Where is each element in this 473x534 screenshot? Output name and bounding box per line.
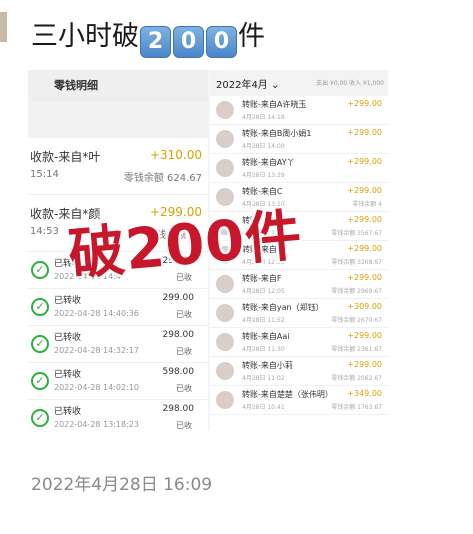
bill-list-header: 2022年4月 ⌄ 支出 ¥0.00 收入 ¥1,000 — [210, 70, 388, 96]
item-date: 4月28日 11:52 — [242, 317, 285, 324]
keycap-digit-0: 0 — [206, 26, 237, 58]
item-balance: 零钱余额 2062.67 — [331, 375, 382, 382]
post-title: 三小时破 2 0 0 件 — [31, 14, 265, 58]
avatar — [216, 304, 234, 322]
item-balance: 零钱余额 3567.67 — [331, 230, 382, 237]
item-name: 转账-来自楚楚（张伟明） — [242, 390, 333, 399]
keycap-digit-0: 0 — [173, 26, 204, 58]
item-date: 4月28日 14:00 — [242, 143, 285, 150]
item-date: 4月28日 14:18 — [242, 114, 285, 121]
item-name: 转账-来自AY丫 — [242, 158, 295, 167]
check-icon: ✓ — [31, 335, 49, 353]
check-icon: ✓ — [31, 261, 49, 279]
avatar — [216, 159, 234, 177]
transfer-record: ✓ 已转收 2022-04-28 13:18:23 298.00 已收 — [28, 400, 208, 430]
record-value: 299.00 — [162, 293, 195, 303]
avatar — [216, 362, 234, 380]
item-date: 4月28日 13:29 — [242, 172, 285, 179]
record-status: 已收 — [176, 347, 192, 356]
item-amount: +309.00 — [347, 302, 382, 311]
item-date: 4月28日 12:05 — [242, 288, 285, 295]
record-status: 已收 — [176, 310, 192, 319]
record-value: 598.00 — [162, 367, 195, 377]
list-item[interactable]: 转账-来自AY丫 4月28日 13:29 +299.00 — [210, 154, 388, 183]
chevron-down-icon: ⌄ — [271, 80, 280, 91]
record-label: 已转收 — [54, 296, 82, 306]
record-label: 已转收 — [54, 407, 82, 417]
transaction-label: 收款-来自*叶 — [30, 150, 101, 164]
item-amount: +299.00 — [347, 244, 382, 253]
item-balance: 零钱余额 1763.67 — [331, 404, 382, 411]
item-amount: +299.00 — [347, 157, 382, 166]
transfer-record: ✓ 已转收 2022-04-28 14:32:17 298.00 已收 — [28, 326, 208, 363]
record-value: 298.00 — [162, 404, 195, 414]
list-item[interactable]: 转账-来自B周小娟1 4月28日 14:00 +299.00 — [210, 125, 388, 154]
transaction-time: 14:53 — [30, 226, 59, 237]
month-selector[interactable]: 2022年4月 ⌄ — [216, 76, 279, 91]
keycap-digit-2: 2 — [140, 26, 171, 58]
item-name: 转账-来自Aai — [242, 332, 290, 341]
record-status: 已收 — [176, 421, 192, 430]
record-date: 2022-04-28 14:32:17 — [54, 346, 139, 355]
item-amount: +299.00 — [347, 128, 382, 137]
item-amount: +299.00 — [347, 360, 382, 369]
item-date: 4月28日 11:02 — [242, 375, 285, 382]
transfer-record: ✓ 已转收 2022-04-28 14:02:10 598.00 已收 — [28, 363, 208, 400]
list-item[interactable]: 转账-来自Aai 4月28日 11:30 +299.00 零钱余额 2361.6… — [210, 328, 388, 357]
transaction-row: 收款-来自*叶 +310.00 15:14 零钱余额 624.67 — [28, 138, 208, 195]
item-amount: +299.00 — [347, 99, 382, 108]
record-date: 2022-04-28 14:02:10 — [54, 383, 139, 392]
post-timestamp: 2022年4月28日 16:09 — [31, 475, 213, 495]
item-balance: 零钱余额 2361.67 — [331, 346, 382, 353]
transaction-time: 15:14 — [30, 169, 59, 180]
item-balance: 零钱余额 2670.67 — [331, 317, 382, 324]
item-amount: +299.00 — [347, 331, 382, 340]
item-name: 转账-来自A许晓玉 — [242, 100, 307, 109]
avatar — [216, 333, 234, 351]
check-icon: ✓ — [31, 298, 49, 316]
avatar — [216, 130, 234, 148]
post-title-text: 三小时破 — [31, 21, 139, 52]
list-item[interactable]: 转账-来自yan（郑钰） 4月28日 11:52 +309.00 零钱余额 26… — [210, 299, 388, 328]
item-amount: +299.00 — [347, 273, 382, 282]
record-label: 已转收 — [54, 370, 82, 380]
item-name: 转账-来自小莉 — [242, 361, 293, 370]
list-item[interactable]: 转账-来自楚楚（张伟明） 4月28日 10:41 +349.00 零钱余额 17… — [210, 386, 388, 415]
record-date: 2022-04-28 14:40:36 — [54, 309, 139, 318]
item-amount: +299.00 — [347, 186, 382, 195]
avatar — [216, 391, 234, 409]
post-title-suffix: 件 — [238, 21, 265, 52]
item-amount: +299.00 — [347, 215, 382, 224]
item-date: 4月28日 11:30 — [242, 346, 285, 353]
check-icon: ✓ — [31, 372, 49, 390]
list-item[interactable]: 转账-来自A许晓玉 4月28日 14:18 +299.00 — [210, 96, 388, 125]
month-summary: 支出 ¥0.00 收入 ¥1,000 — [316, 80, 384, 87]
item-balance: 零钱余额 3268.67 — [331, 259, 382, 266]
transfer-record: ✓ 已转收 2022-04-28 14:40:36 299.00 已收 — [28, 289, 208, 326]
check-icon: ✓ — [31, 409, 49, 427]
record-value: 298.00 — [162, 330, 195, 340]
record-status: 已收 — [176, 384, 192, 393]
record-label: 已转收 — [54, 333, 82, 343]
avatar — [216, 101, 234, 119]
transaction-amount: +310.00 — [149, 148, 202, 162]
item-amount: +349.00 — [347, 389, 382, 398]
avatar — [0, 12, 7, 42]
item-date: 4月28日 10:41 — [242, 404, 285, 411]
item-name: 转账-来自yan（郑钰） — [242, 303, 324, 312]
item-balance: 零钱余额 4 — [352, 201, 382, 208]
item-balance: 零钱余额 2969.67 — [331, 288, 382, 295]
item-name: 转账-来自B周小娟1 — [242, 129, 312, 138]
wallet-detail-header: 零钱明细 — [28, 70, 208, 102]
record-date: 2022-04-28 13:18:23 — [54, 420, 139, 429]
transaction-balance: 零钱余额 624.67 — [123, 173, 202, 184]
list-item[interactable]: 转账-来自小莉 4月28日 11:02 +299.00 零钱余额 2062.67 — [210, 357, 388, 386]
